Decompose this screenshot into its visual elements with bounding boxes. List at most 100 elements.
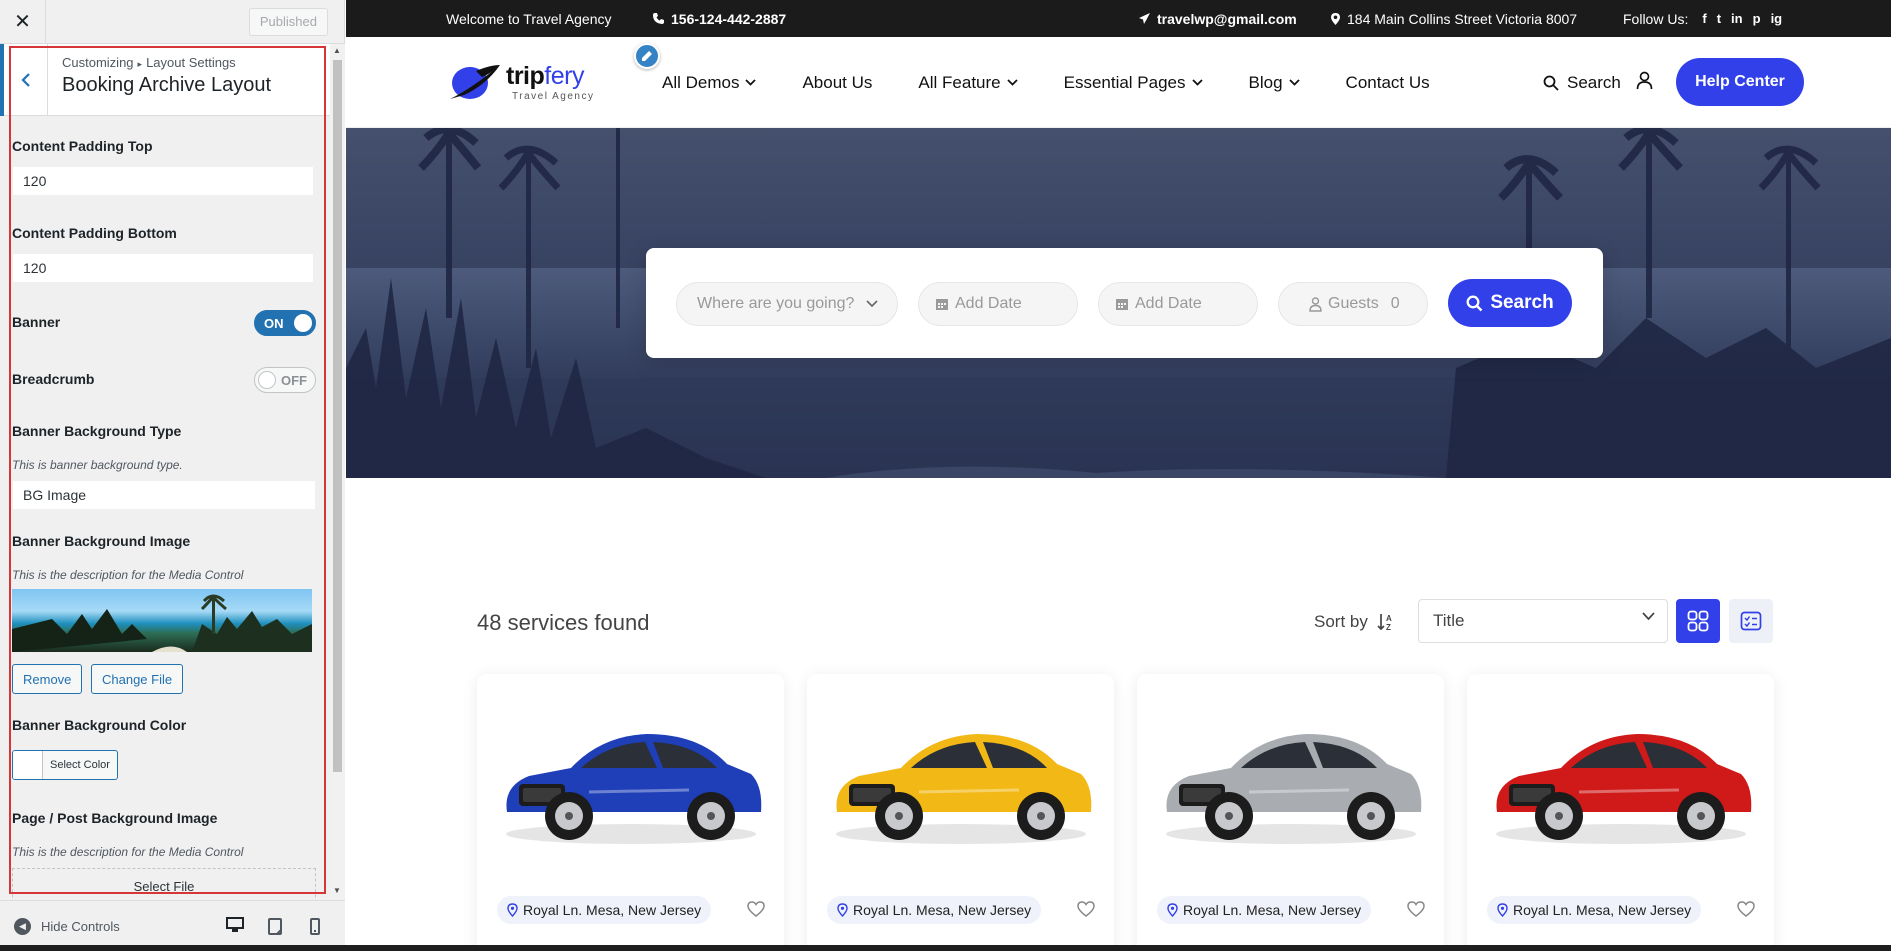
- svg-text:A: A: [1386, 614, 1392, 623]
- checkin-placeholder: Add Date: [955, 295, 1022, 312]
- bg-type-description: This is banner background type.: [12, 458, 183, 472]
- instagram-icon[interactable]: ig: [1771, 11, 1783, 26]
- customizer-sidebar: ✕ Published Customizing ▸ Layout Settings …: [0, 0, 345, 951]
- padding-bottom-input[interactable]: 120: [12, 253, 314, 283]
- welcome-text: Welcome to Travel Agency: [446, 10, 612, 27]
- banner-toggle-state: ON: [264, 315, 284, 331]
- breadcrumb-toggle-state: OFF: [281, 372, 307, 388]
- account-button[interactable]: [1636, 71, 1653, 95]
- list-view-button[interactable]: [1729, 599, 1773, 643]
- nav-item-essential-pages[interactable]: Essential Pages: [1064, 73, 1203, 93]
- service-card[interactable]: Royal Ln. Mesa, New JerseyAudi Q5 Sportb…: [1467, 674, 1774, 951]
- bg-type-select[interactable]: BG Image: [12, 480, 316, 510]
- scroll-down-icon[interactable]: ▼: [333, 886, 341, 895]
- nav-item-contact-us[interactable]: Contact Us: [1346, 73, 1430, 93]
- car-image[interactable]: [1479, 694, 1762, 854]
- padding-bottom-control: Content Padding Bottom 120: [12, 225, 316, 283]
- facebook-icon[interactable]: f: [1702, 11, 1706, 26]
- sort-select[interactable]: Title: [1418, 599, 1668, 643]
- heart-icon[interactable]: [746, 900, 766, 918]
- padding-top-input[interactable]: 120: [12, 166, 314, 196]
- checkin-date-field[interactable]: Add Date: [918, 282, 1078, 326]
- customizer-footer: ◀ Hide Controls: [0, 900, 345, 951]
- heart-icon[interactable]: [1736, 900, 1756, 918]
- checkout-placeholder: Add Date: [1135, 295, 1202, 312]
- hide-controls-button[interactable]: ◀ Hide Controls: [14, 917, 120, 935]
- preview-tablet-button[interactable]: [255, 901, 295, 951]
- toggle-knob: [294, 314, 312, 332]
- nav-item-all-feature[interactable]: All Feature: [918, 72, 1018, 93]
- logo-name-light: fery: [544, 62, 584, 90]
- customizer-header: ✕ Published: [0, 0, 344, 44]
- car-image[interactable]: [1149, 694, 1432, 854]
- nav-item-all-demos[interactable]: All Demos: [662, 72, 757, 93]
- email-link[interactable]: travelwp@gmail.com: [1138, 0, 1297, 37]
- checkout-date-field[interactable]: Add Date: [1098, 282, 1258, 326]
- nav-search-button[interactable]: Search: [1543, 37, 1621, 128]
- site-logo[interactable]: tripfery Travel Agency: [446, 59, 595, 105]
- car-image[interactable]: [489, 694, 772, 854]
- nav-item-label: Contact Us: [1345, 72, 1430, 92]
- breadcrumb-parent: Layout Settings: [146, 55, 236, 70]
- service-card[interactable]: Royal Ln. Mesa, New JerseyAudi a ten e-G…: [807, 674, 1114, 951]
- desktop-icon: [226, 916, 244, 932]
- nav-item-label: All Demos: [662, 72, 740, 92]
- heart-icon[interactable]: [1406, 900, 1426, 918]
- heart-icon[interactable]: [1076, 900, 1096, 918]
- scrollbar-thumb[interactable]: [333, 60, 342, 772]
- padding-top-label: Content Padding Top: [12, 138, 153, 154]
- select-file-button[interactable]: Select File: [12, 868, 316, 900]
- guests-field[interactable]: Guests 0: [1278, 282, 1428, 326]
- service-card[interactable]: Royal Ln. Mesa, New JerseyAudi RS e-tron…: [1137, 674, 1444, 951]
- sort-select-value: Title: [1433, 611, 1465, 630]
- scroll-up-icon[interactable]: ▲: [333, 46, 341, 55]
- results-count: 48 services found: [477, 610, 650, 635]
- results-toolbar: 48 services found Sort by AZ Title: [346, 598, 1891, 648]
- edit-shortcut-button[interactable]: [634, 43, 660, 69]
- car-image[interactable]: [819, 694, 1102, 854]
- breadcrumb-toggle[interactable]: OFF: [254, 367, 316, 393]
- help-center-button[interactable]: Help Center: [1676, 58, 1804, 106]
- search-submit-button[interactable]: Search: [1448, 279, 1572, 327]
- user-icon: [1636, 71, 1653, 90]
- select-color-label: Select Color: [50, 759, 110, 771]
- select-color-button[interactable]: Select Color: [12, 750, 118, 780]
- follow-label: Follow Us:: [1623, 10, 1689, 27]
- nav-item-label: All Feature: [918, 72, 1001, 92]
- twitter-icon[interactable]: t: [1717, 11, 1721, 26]
- back-button[interactable]: [0, 44, 48, 116]
- location-text: Royal Ln. Mesa, New Jersey: [1513, 902, 1692, 918]
- sidebar-scrollbar[interactable]: ▲ ▼: [330, 44, 345, 900]
- published-button[interactable]: Published: [248, 7, 328, 36]
- logo-name-bold: trip: [506, 62, 545, 90]
- phone-link[interactable]: 156-124-442-2887: [652, 0, 786, 37]
- pinterest-icon[interactable]: p: [1753, 11, 1761, 26]
- hero-banner: Where are you going? Add Date Add Date G…: [346, 128, 1891, 478]
- destination-placeholder: Where are you going?: [697, 295, 855, 312]
- preview-mobile-button[interactable]: [295, 901, 335, 951]
- map-pin-icon: [1167, 903, 1178, 917]
- page-bg-control: Page / Post Background Image This is the…: [12, 810, 316, 859]
- chevron-down-icon: [1288, 79, 1300, 86]
- banner-toggle[interactable]: ON: [254, 310, 316, 336]
- preview-desktop-button[interactable]: [215, 901, 255, 951]
- change-file-button[interactable]: Change File: [91, 664, 184, 694]
- breadcrumb-root: Customizing: [62, 55, 134, 70]
- sort-by-control[interactable]: Sort by AZ: [1314, 612, 1396, 632]
- breadcrumb-control: Breadcrumb OFF: [12, 366, 316, 396]
- close-customizer-button[interactable]: ✕: [0, 0, 46, 44]
- section-title: Booking Archive Layout: [62, 74, 272, 96]
- address: 184 Main Collins Street Victoria 8007: [1330, 0, 1577, 37]
- nav-item-blog[interactable]: Blog: [1249, 73, 1300, 93]
- social-icons: f t in p ig: [1702, 11, 1782, 26]
- destination-select[interactable]: Where are you going?: [676, 282, 898, 326]
- remove-image-button[interactable]: Remove: [12, 664, 83, 694]
- bg-color-control: Banner Background Color: [12, 717, 316, 733]
- grid-view-button[interactable]: [1676, 599, 1720, 643]
- nav-item-about-us[interactable]: About Us: [802, 73, 872, 93]
- location-badge: Royal Ln. Mesa, New Jersey: [1487, 896, 1702, 924]
- service-card[interactable]: Royal Ln. Mesa, New JerseyAudi a ten: [477, 674, 784, 951]
- list-icon: [1740, 611, 1762, 631]
- linkedin-icon[interactable]: in: [1731, 11, 1743, 26]
- location-text: Royal Ln. Mesa, New Jersey: [1183, 902, 1362, 918]
